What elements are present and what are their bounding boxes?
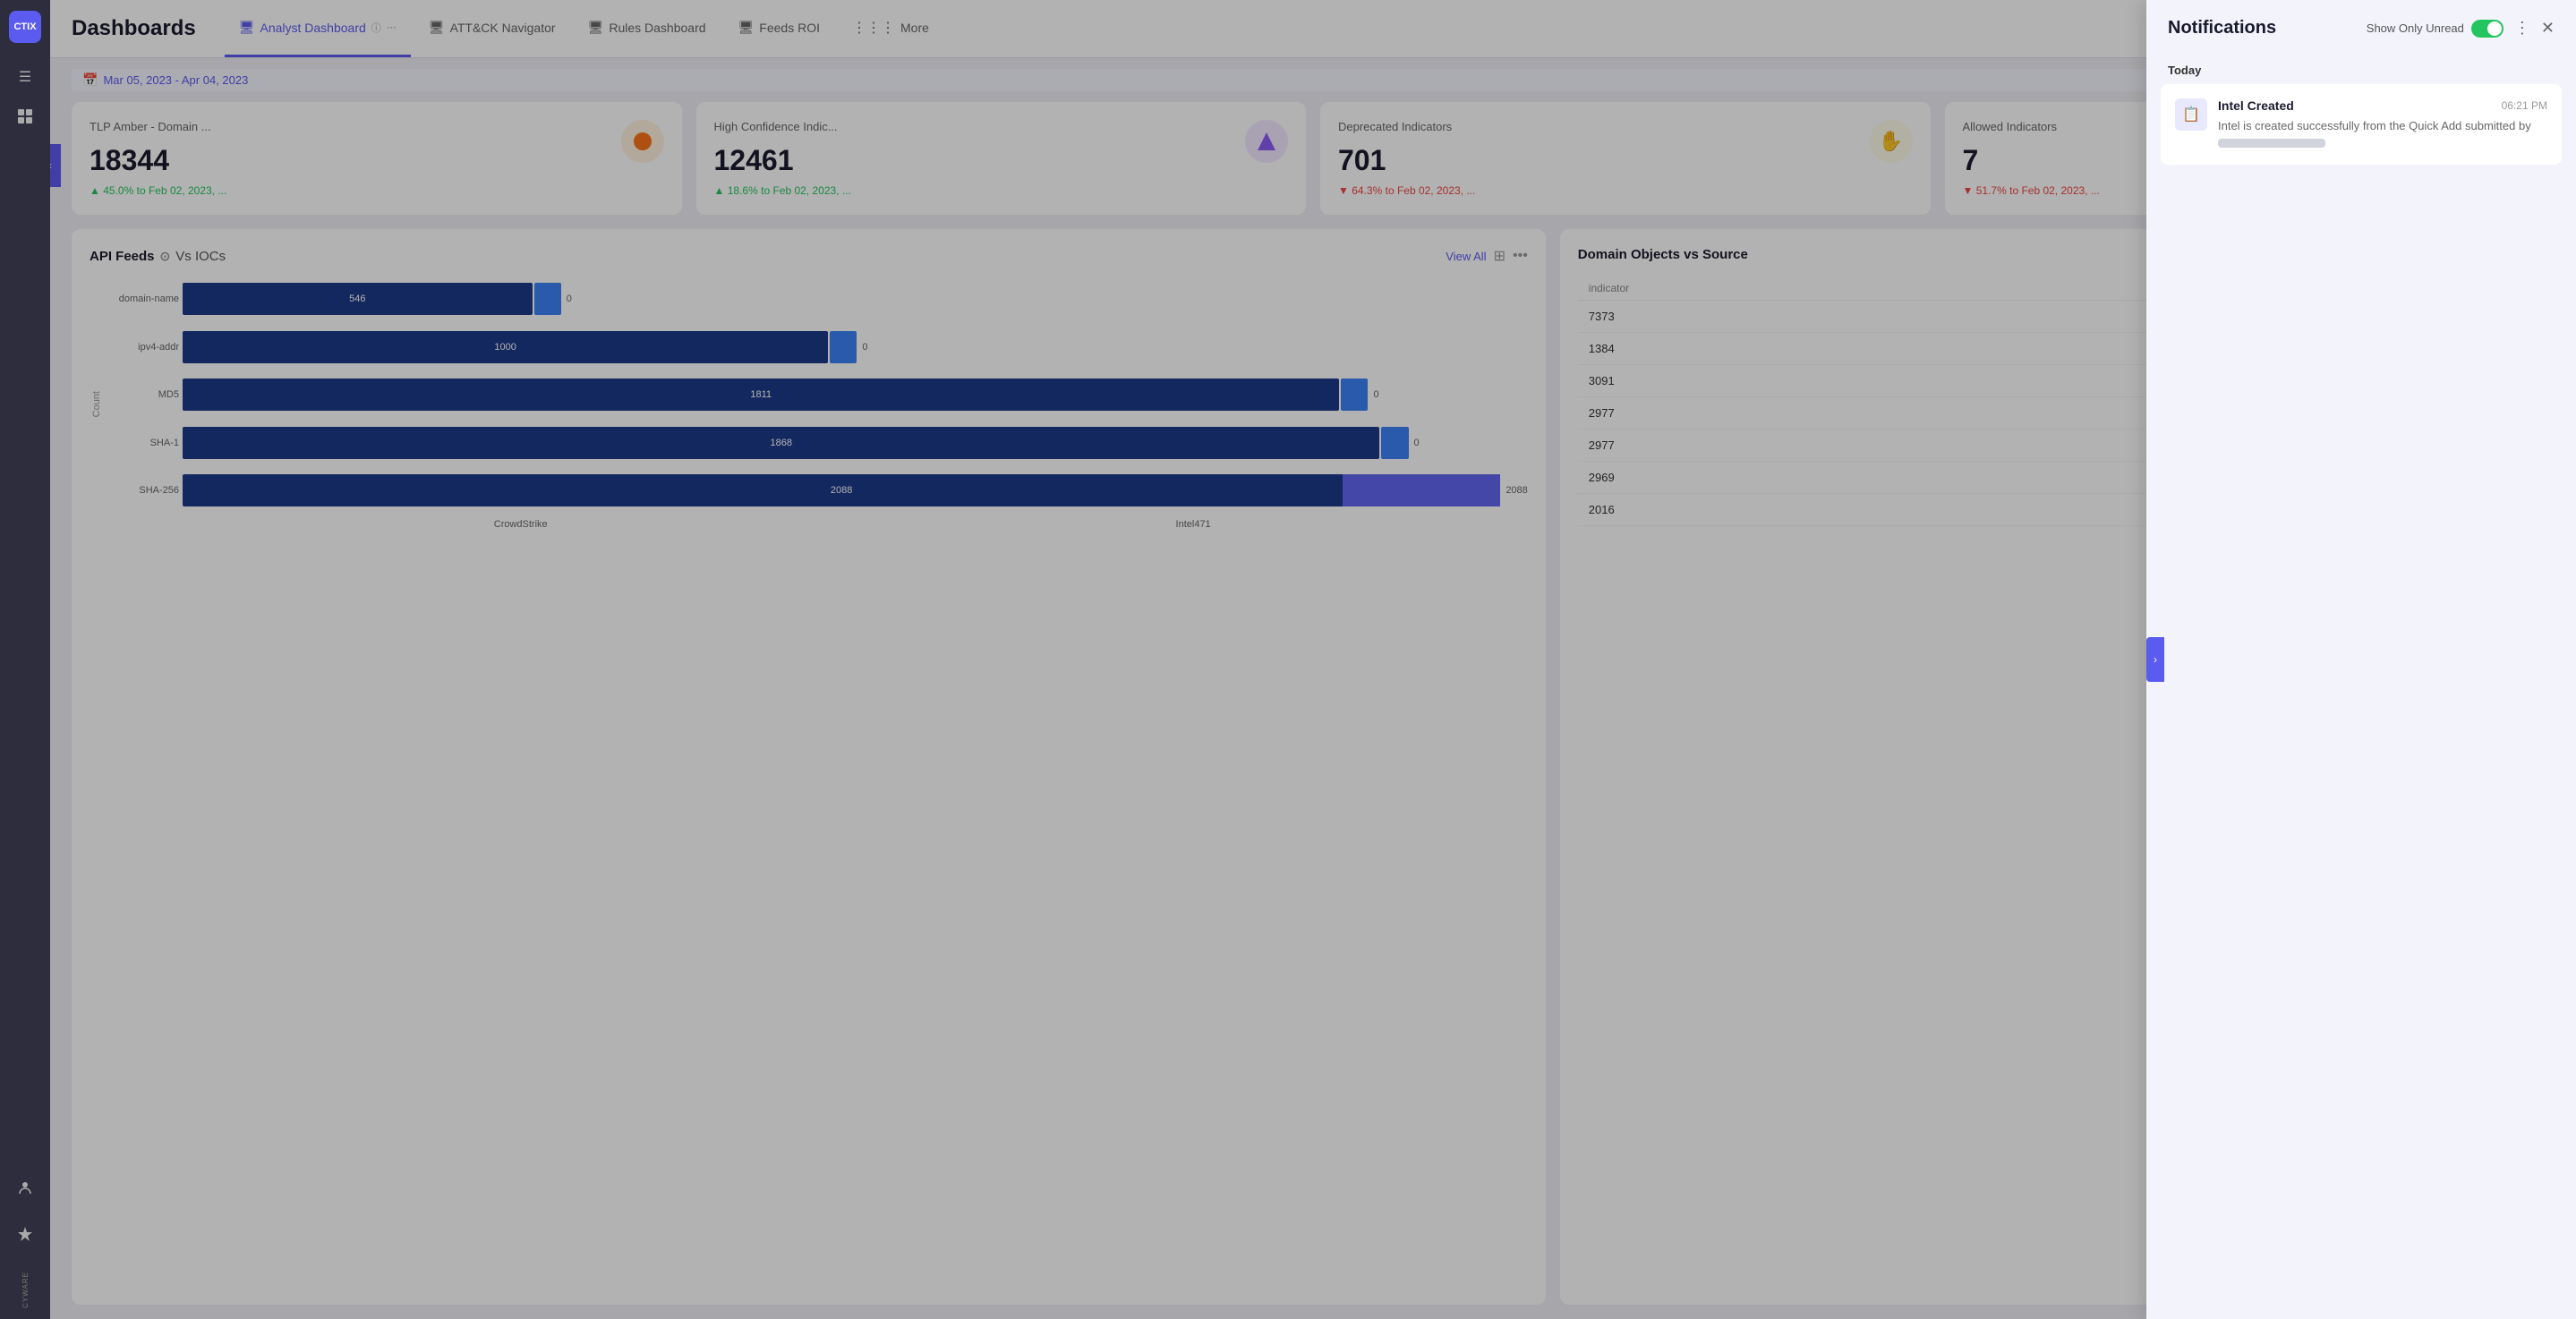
notifications-header: Notifications Show Only Unread ⋮ ✕ <box>2146 0 2576 56</box>
notification-item-text-0: Intel is created successfully from the Q… <box>2218 118 2547 150</box>
notifications-section-today: Today <box>2146 56 2576 84</box>
main-content: Dashboards 🖥 Analyst Dashboard ⓘ ⋯ 🖥 ATT… <box>50 0 2576 1319</box>
notification-icon-0: 📋 <box>2175 98 2207 131</box>
notifications-panel: › Notifications Show Only Unread ⋮ ✕ Tod… <box>2146 0 2576 1319</box>
menu-icon[interactable]: ☰ <box>9 61 41 93</box>
notifications-close-icon[interactable]: ✕ <box>2541 19 2555 38</box>
star-icon[interactable] <box>9 1218 41 1250</box>
notifications-more-icon[interactable]: ⋮ <box>2514 19 2530 38</box>
users-icon[interactable] <box>9 1171 41 1204</box>
sidebar: CTIX ☰ CYWARE <box>0 0 50 1319</box>
show-unread-toggle[interactable] <box>2471 20 2503 38</box>
notification-item-title-0: Intel Created <box>2218 98 2294 113</box>
notification-content-0: Intel Created 06:21 PM Intel is created … <box>2218 98 2547 150</box>
notification-item-header-0: Intel Created 06:21 PM <box>2218 98 2547 113</box>
notification-item-time-0: 06:21 PM <box>2502 99 2547 112</box>
dashboard-icon[interactable] <box>9 100 41 132</box>
app-logo[interactable]: CTIX <box>9 11 41 43</box>
notification-item-0: 📋 Intel Created 06:21 PM Intel is create… <box>2161 84 2562 165</box>
vendor-logo: CYWARE <box>21 1272 30 1308</box>
toggle-knob <box>2487 21 2502 36</box>
show-only-unread-label: Show Only Unread <box>2367 21 2464 35</box>
notifications-title: Notifications <box>2168 18 2356 38</box>
redacted-text <box>2218 139 2325 148</box>
panel-side-handle[interactable]: › <box>2146 637 2164 682</box>
show-only-unread-control: Show Only Unread <box>2367 20 2503 38</box>
